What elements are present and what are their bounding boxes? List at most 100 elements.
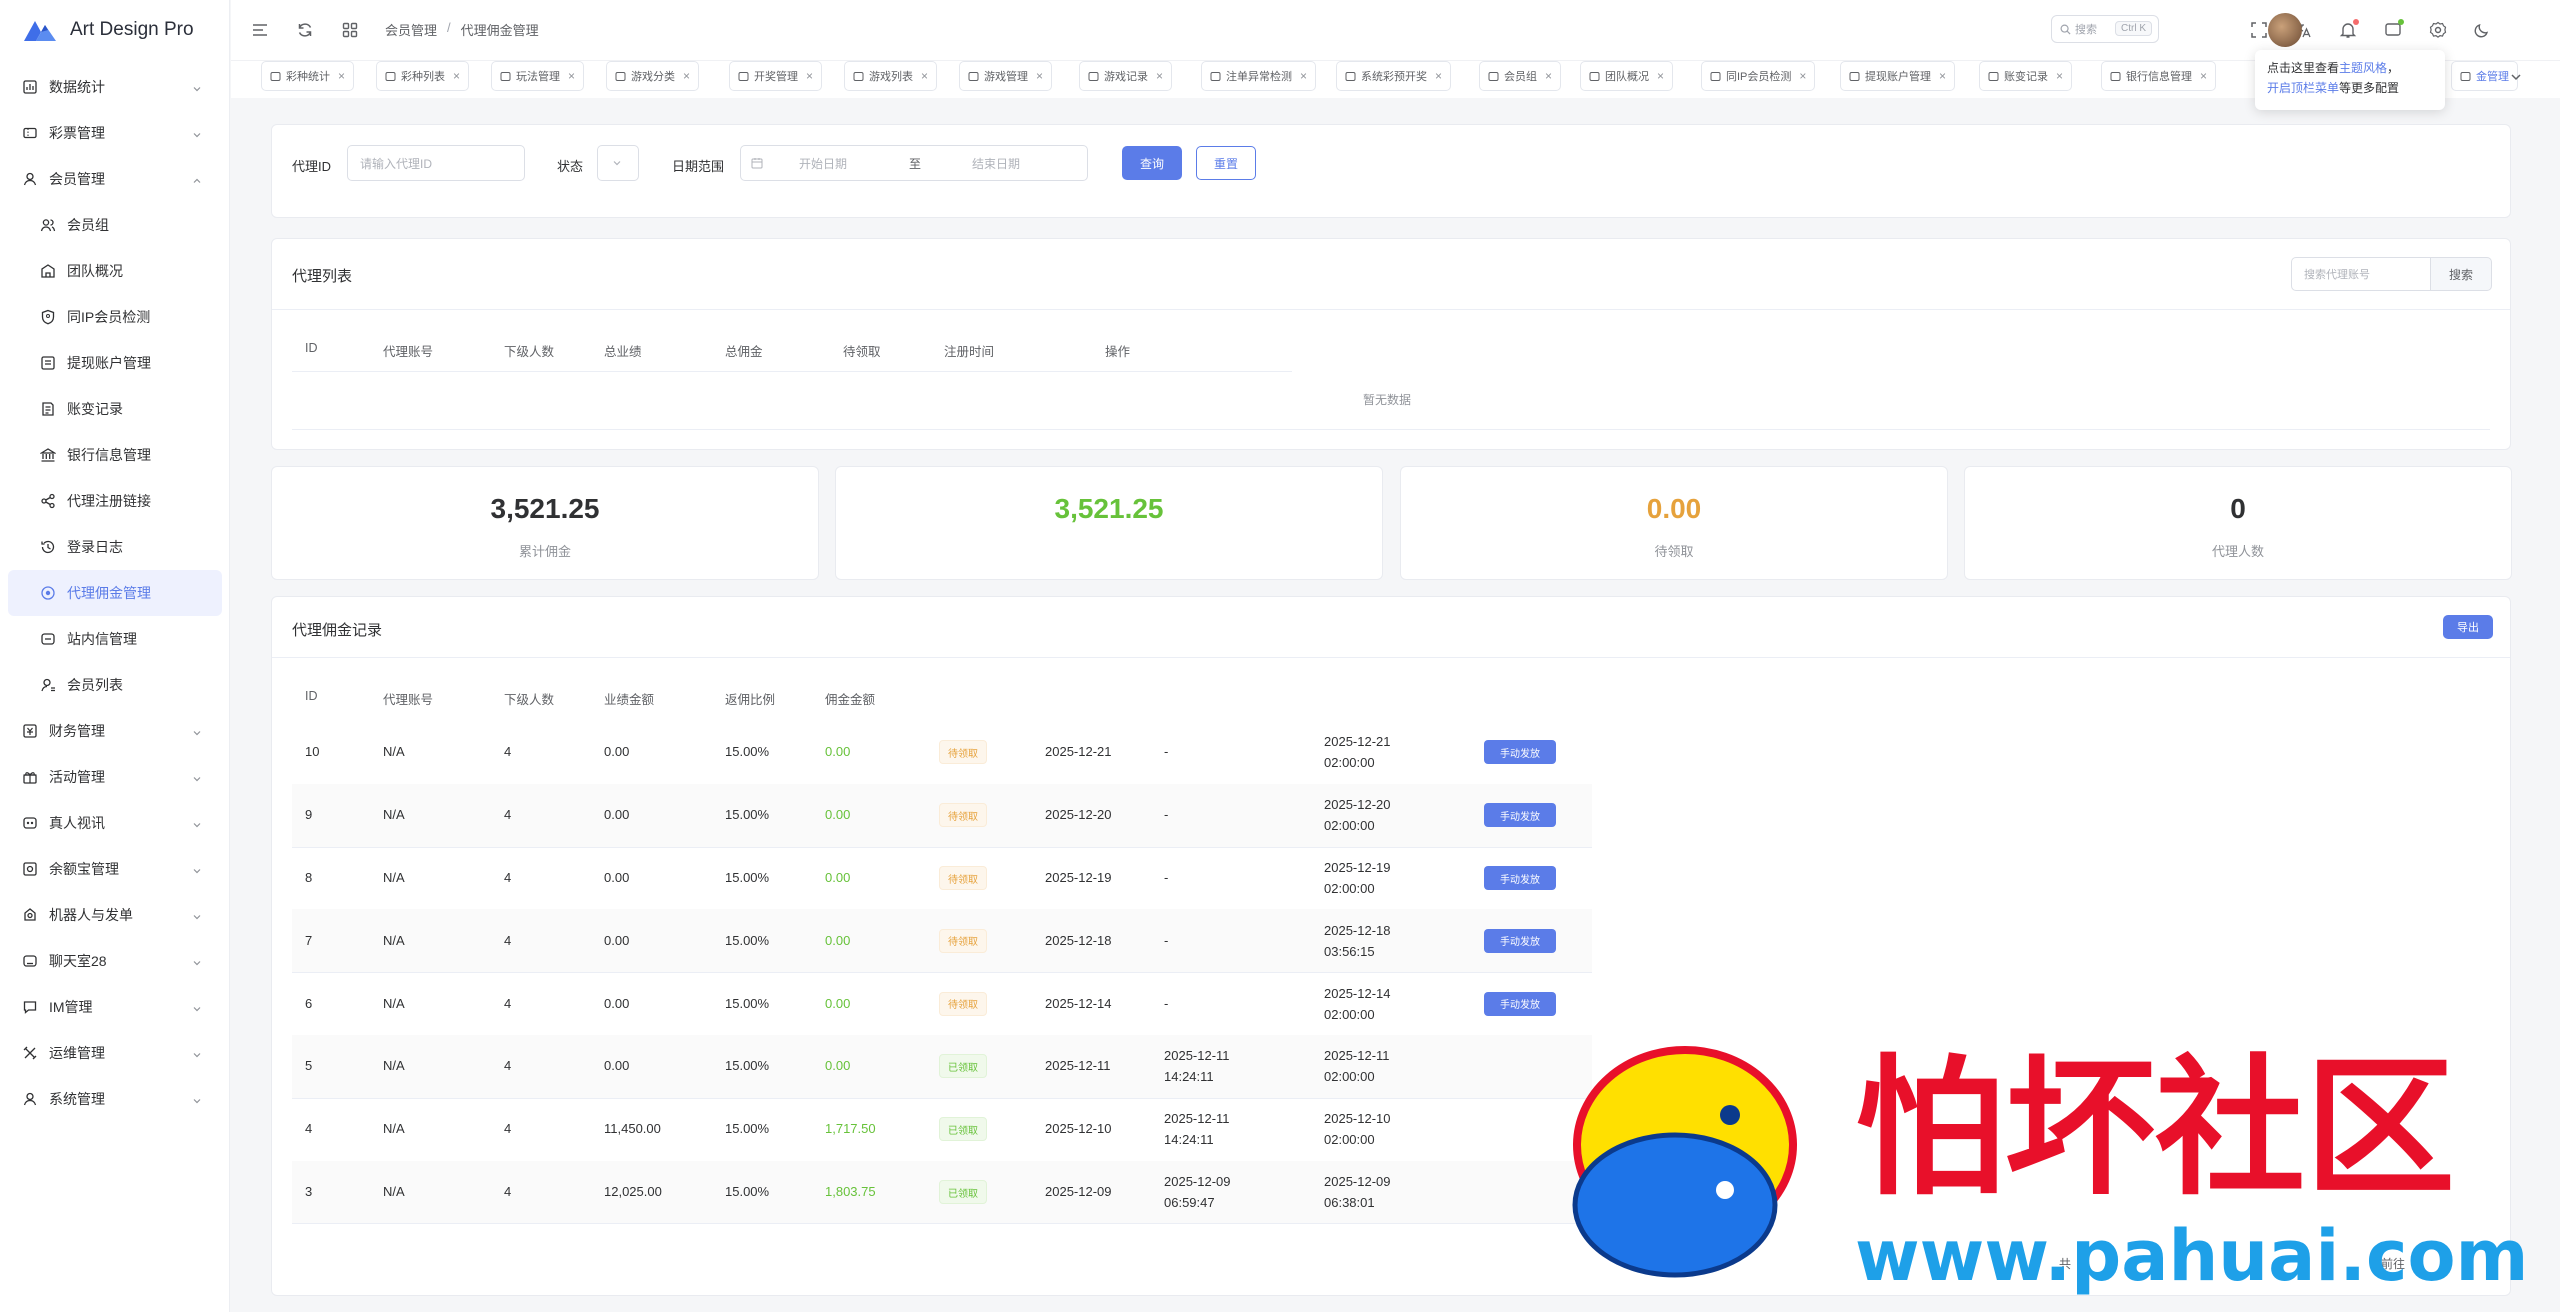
sidebar-item[interactable]: 余额宝管理: [0, 846, 230, 892]
tab-close-icon[interactable]: ×: [921, 69, 928, 83]
tab-close-icon[interactable]: ×: [683, 69, 690, 83]
tab-item[interactable]: 玩法管理 ×: [491, 61, 585, 91]
sidebar-item[interactable]: 系统管理: [0, 1076, 230, 1122]
notification-icon[interactable]: [2337, 19, 2359, 41]
brand[interactable]: Art Design Pro: [22, 14, 194, 46]
breadcrumb: 会员管理 / 代理佣金管理: [385, 20, 539, 39]
sidebar-item[interactable]: 同IP会员检测: [0, 294, 230, 340]
global-search[interactable]: 搜索 Ctrl K: [2051, 15, 2159, 43]
settings-gear-icon[interactable]: [2427, 19, 2449, 41]
tab-close-icon[interactable]: ×: [1036, 69, 1043, 83]
sidebar-item[interactable]: 登录日志: [0, 524, 230, 570]
apps-grid-icon[interactable]: [339, 19, 361, 41]
tab-close-icon[interactable]: ×: [806, 69, 813, 83]
tab-item[interactable]: 系统彩预开奖 ×: [1336, 61, 1452, 91]
tab-close-icon[interactable]: ×: [453, 69, 460, 83]
sidebar-item[interactable]: 财务管理: [0, 708, 230, 754]
sidebar-item[interactable]: 会员组: [0, 202, 230, 248]
manual-payout-button[interactable]: 手动发放: [1484, 866, 1556, 890]
tab-close-icon[interactable]: ×: [2200, 69, 2207, 83]
sidebar-item[interactable]: 会员管理: [0, 156, 230, 202]
manual-payout-button[interactable]: 手动发放: [1484, 803, 1556, 828]
sidebar-item[interactable]: 账变记录: [0, 386, 230, 432]
sidebar-item[interactable]: 真人视讯: [0, 800, 230, 846]
dark-mode-moon-icon[interactable]: [2471, 19, 2493, 41]
refresh-icon[interactable]: [294, 19, 316, 41]
tab-item[interactable]: 游戏分类 ×: [606, 61, 700, 91]
agent-id-input[interactable]: 请输入代理ID: [347, 145, 525, 181]
sidebar-item[interactable]: 代理注册链接: [0, 478, 230, 524]
user-list-icon: [40, 677, 56, 693]
status-label: 状态: [557, 159, 584, 174]
tooltip-link-theme[interactable]: 主题风格: [2339, 61, 2387, 75]
tab-close-icon[interactable]: ×: [1939, 69, 1946, 83]
tab-close-icon[interactable]: ×: [338, 69, 345, 83]
tab-close-icon[interactable]: ×: [1545, 69, 1552, 83]
sidebar-item[interactable]: 代理佣金管理: [8, 570, 222, 616]
query-button[interactable]: 查询: [1122, 146, 1182, 180]
status-select[interactable]: [597, 145, 639, 181]
tooltip-link-topbar[interactable]: 开启顶栏菜单: [2267, 81, 2339, 95]
agent-search-input[interactable]: 搜索代理账号: [2291, 257, 2431, 291]
tab-item[interactable]: 银行信息管理 ×: [2101, 61, 2217, 91]
fullscreen-icon[interactable]: [2248, 19, 2270, 41]
tab-item[interactable]: 彩种列表 ×: [376, 61, 470, 91]
tab-item[interactable]: 游戏记录 ×: [1079, 61, 1173, 91]
tab-item[interactable]: 彩种统计 ×: [261, 61, 355, 91]
sidebar-item[interactable]: 活动管理: [0, 754, 230, 800]
sidebar-item-label: 会员管理: [49, 171, 105, 187]
tab-item[interactable]: 会员组 ×: [1479, 61, 1562, 91]
sidebar-item[interactable]: 会员列表: [0, 662, 230, 708]
tab-item[interactable]: 提现账户管理 ×: [1840, 61, 1956, 91]
table-cell-created-time: 02:00:00: [1324, 818, 1375, 834]
tab-item[interactable]: 游戏管理 ×: [959, 61, 1053, 91]
tab-close-icon[interactable]: ×: [1657, 69, 1664, 83]
manual-payout-button[interactable]: 手动发放: [1484, 928, 1556, 953]
status-badge: 待领取: [939, 866, 987, 890]
tab-item[interactable]: 同IP会员检测 ×: [1701, 61, 1816, 91]
tab-item[interactable]: 游戏列表 ×: [844, 61, 938, 91]
chat-icon[interactable]: [2382, 19, 2404, 41]
sidebar-item[interactable]: 站内信管理: [0, 616, 230, 662]
avatar[interactable]: [2268, 13, 2302, 47]
table-cell-commission: 0.00: [825, 995, 851, 1011]
table-cell-date: 2025-12-09: [1045, 1184, 1112, 1199]
export-button[interactable]: 导出: [2443, 615, 2493, 639]
tab-close-icon[interactable]: ×: [568, 69, 575, 83]
tab-close-icon[interactable]: ×: [2056, 69, 2063, 83]
im-icon: [22, 999, 38, 1015]
reset-button[interactable]: 重置: [1196, 146, 1256, 180]
menu-toggle-icon[interactable]: [249, 19, 271, 41]
tab-item[interactable]: 注单异常检测 ×: [1201, 61, 1317, 91]
tab-item[interactable]: 团队概况 ×: [1580, 61, 1674, 91]
pager-goto[interactable]: 前往: [2381, 1255, 2405, 1272]
tab-close-icon[interactable]: ×: [1156, 69, 1163, 83]
manual-payout-button[interactable]: 手动发放: [1484, 740, 1556, 765]
sidebar-item[interactable]: 机器人与发单: [0, 892, 230, 938]
sidebar-item[interactable]: 数据统计: [0, 64, 230, 110]
table-cell-claim-time: 06:59:47: [1164, 1195, 1215, 1210]
sidebar-item[interactable]: 聊天室28: [0, 938, 230, 984]
breadcrumb-item[interactable]: 会员管理: [385, 20, 437, 39]
tab-item[interactable]: 开奖管理 ×: [729, 61, 823, 91]
tab-close-icon[interactable]: ×: [1799, 69, 1806, 83]
sidebar-item[interactable]: IM管理: [0, 984, 230, 1030]
tab-label: 提现账户管理: [1865, 71, 1931, 83]
tab-label: 银行信息管理: [2126, 71, 2192, 83]
sidebar-item[interactable]: 团队概况: [0, 248, 230, 294]
tab-close-icon[interactable]: ×: [1435, 69, 1442, 83]
table-cell-rate: 15.00%: [725, 1121, 770, 1137]
users-icon: [40, 217, 56, 233]
tab-item[interactable]: 账变记录 ×: [1979, 61, 2073, 91]
agent-search-button[interactable]: 搜索: [2430, 257, 2492, 291]
sidebar-item[interactable]: 彩票管理: [0, 110, 230, 156]
date-range-picker[interactable]: 开始日期 至 结束日期: [740, 145, 1088, 181]
tab-close-icon[interactable]: ×: [1300, 69, 1307, 83]
sidebar-item[interactable]: 运维管理: [0, 1030, 230, 1076]
sidebar-item[interactable]: 银行信息管理: [0, 432, 230, 478]
table-cell-subs: 4: [504, 807, 512, 823]
sidebar-item[interactable]: 提现账户管理: [0, 340, 230, 386]
tabs-more-chevron-icon[interactable]: [2505, 66, 2527, 88]
manual-payout-button[interactable]: 手动发放: [1484, 991, 1556, 1016]
sidebar-item-label: 财务管理: [49, 723, 105, 739]
